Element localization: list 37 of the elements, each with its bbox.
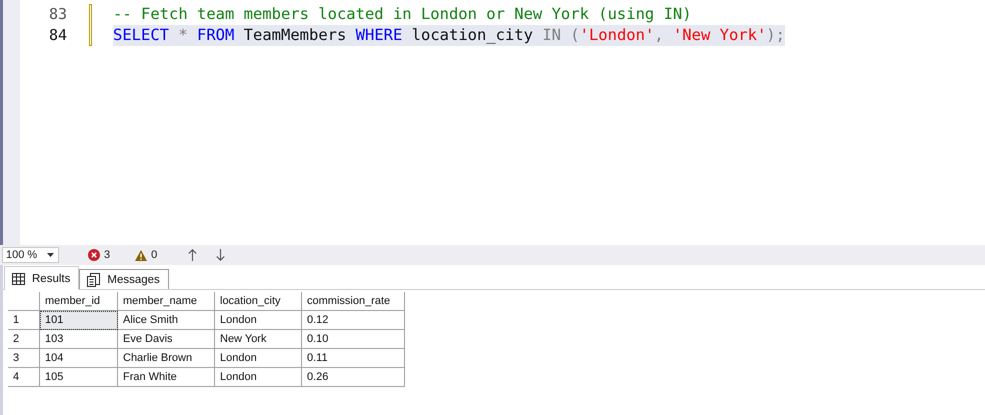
table-cell: London	[214, 348, 302, 368]
line-number: 84	[48, 25, 67, 46]
up-arrow-icon[interactable]	[188, 249, 198, 261]
down-arrow-icon[interactable]	[216, 249, 226, 261]
table-cell: London	[214, 310, 302, 330]
table-cell: Alice Smith	[118, 310, 214, 330]
column-header[interactable]: location_city	[214, 292, 302, 310]
table-cell: New York	[214, 330, 302, 348]
table-cell: Eve Davis	[118, 330, 214, 348]
table-cell: 104	[40, 348, 118, 368]
table-cell: 0.10	[302, 330, 404, 348]
document-icon	[87, 272, 100, 286]
grid-icon	[12, 272, 25, 284]
row-number: 3	[8, 348, 40, 368]
table-cell: Fran White	[118, 368, 214, 386]
table-cell: London	[214, 368, 302, 386]
table-cell: 103	[40, 330, 118, 348]
code-line: -- Fetch team members located in London or New York (using IN)	[113, 4, 692, 25]
table-cell: 101	[40, 310, 118, 330]
error-icon	[88, 249, 100, 261]
zoom-dropdown[interactable]: 100 %	[2, 247, 59, 263]
table-cell: 0.11	[302, 348, 404, 368]
warning-icon	[135, 250, 148, 260]
column-header[interactable]: member_name	[118, 292, 214, 310]
table-cell: 105	[40, 368, 118, 386]
row-number: 2	[8, 330, 40, 348]
column-header[interactable]: commission_rate	[302, 292, 404, 310]
table-cell: Charlie Brown	[118, 348, 214, 368]
row-number: 4	[8, 368, 40, 386]
table-cell: 0.26	[302, 368, 404, 386]
caret-icon	[47, 253, 54, 257]
error-count: 3	[104, 249, 110, 261]
warning-count: 0	[151, 249, 158, 261]
line-number: 83	[48, 4, 67, 25]
results-tab[interactable]: Messages	[79, 269, 169, 289]
table-cell: 0.12	[302, 310, 404, 330]
results-tab[interactable]: Results	[4, 266, 80, 290]
